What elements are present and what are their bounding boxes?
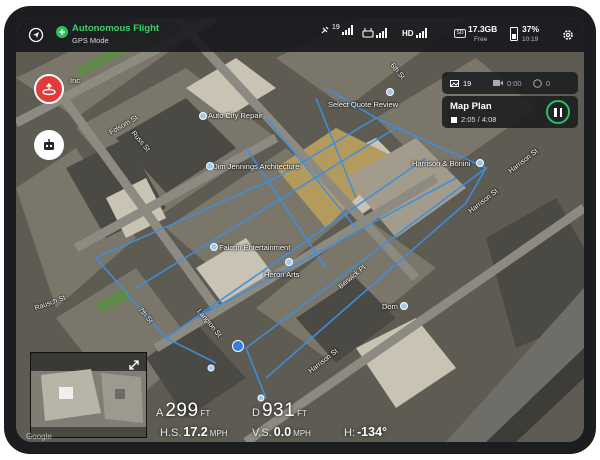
vs-value: 0.0 bbox=[273, 425, 292, 439]
map-label-harrison-bonini: Harrison & Bonini bbox=[412, 159, 471, 168]
plan-title: Map Plan bbox=[450, 101, 492, 112]
storage-free-value: 17.3GB bbox=[468, 24, 498, 34]
controller-mode-button[interactable] bbox=[34, 130, 64, 160]
heading-readout: H: -134° bbox=[344, 425, 387, 439]
altitude-value: 299 bbox=[165, 400, 199, 421]
poi-marker-icon[interactable] bbox=[199, 112, 207, 120]
battery-icon bbox=[510, 27, 518, 41]
video-signal: HD bbox=[402, 28, 428, 38]
map-label-heron-arts: Heron Arts bbox=[264, 270, 300, 279]
controller-signal bbox=[362, 28, 388, 38]
map-attribution: Google bbox=[26, 432, 52, 441]
pause-icon bbox=[554, 107, 557, 117]
other-count: 0 bbox=[546, 78, 551, 88]
poi-marker-icon[interactable] bbox=[285, 258, 293, 266]
hd-label: HD bbox=[402, 28, 414, 38]
battery-time: 10:19 bbox=[522, 36, 539, 43]
storage-free-label: Free bbox=[474, 36, 488, 43]
gps-mode-label: GPS Mode bbox=[72, 36, 109, 45]
heading-value: -134° bbox=[357, 425, 388, 439]
distance-unit: FT bbox=[297, 409, 307, 418]
drone-position-icon bbox=[232, 340, 244, 352]
timer-icon bbox=[451, 117, 457, 123]
tablet-frame: Auto City Repair Select Quote Review Jim… bbox=[4, 6, 596, 454]
map-plan-panel[interactable]: Map Plan 2:05 / 4:08 bbox=[442, 96, 578, 128]
poi-marker-icon[interactable] bbox=[400, 302, 408, 310]
poi-marker-icon[interactable] bbox=[210, 243, 218, 251]
app-screen: Auto City Repair Select Quote Review Jim… bbox=[16, 18, 584, 442]
mission-counters: 19 0:00 0 bbox=[442, 72, 578, 94]
counter-icon bbox=[533, 78, 542, 88]
heading-label: H: bbox=[344, 427, 355, 439]
photo-icon bbox=[450, 79, 459, 87]
telemetry-panel: A 299 FT D 931 FT H.S. 17.2 MPH V.S. 0.0… bbox=[156, 400, 456, 442]
satellite-signal: 19 bbox=[320, 23, 354, 35]
robot-icon bbox=[44, 139, 54, 150]
camera-preview[interactable] bbox=[30, 352, 147, 438]
vs-unit: MPH bbox=[293, 429, 311, 438]
vertical-speed-readout: V.S. 0.0 MPH bbox=[252, 425, 311, 439]
signal-bars-icon bbox=[415, 28, 427, 38]
hs-label: H.S. bbox=[160, 427, 182, 439]
hs-unit: MPH bbox=[209, 429, 228, 438]
back-icon[interactable] bbox=[26, 25, 46, 45]
remote-controller-icon bbox=[362, 28, 374, 38]
poi-marker-icon[interactable] bbox=[386, 88, 394, 96]
signal-bars-icon bbox=[376, 28, 387, 38]
expand-icon[interactable] bbox=[128, 358, 140, 370]
drone-takeoff-icon bbox=[42, 82, 56, 96]
map-label-select-quote-review: Select Quote Review bbox=[328, 100, 399, 109]
satellite-count: 19 bbox=[332, 23, 340, 31]
poi-marker-icon[interactable] bbox=[206, 162, 214, 170]
distance-readout: D 931 FT bbox=[252, 400, 307, 422]
map-label-dom: Dom bbox=[382, 302, 398, 311]
hs-value: 17.2 bbox=[183, 425, 208, 439]
poi-marker-icon[interactable] bbox=[476, 159, 484, 167]
vs-label: V.S. bbox=[252, 427, 272, 439]
plan-elapsed-time: 2:05 / 4:08 bbox=[461, 115, 497, 124]
horizontal-speed-readout: H.S. 17.2 MPH bbox=[160, 425, 228, 439]
settings-gear-icon[interactable] bbox=[558, 25, 578, 45]
altitude-readout: A 299 FT bbox=[156, 400, 210, 422]
map-label-inc: Inc bbox=[70, 76, 81, 85]
altitude-unit: FT bbox=[200, 409, 211, 418]
map-label-falcon: Falcon Entertainment bbox=[219, 243, 291, 252]
altitude-label: A bbox=[156, 407, 164, 419]
video-icon bbox=[493, 80, 503, 86]
sd-card-icon: SD bbox=[454, 29, 466, 38]
flight-mode-title: Autonomous Flight bbox=[72, 23, 160, 34]
photo-count: 19 bbox=[463, 78, 472, 88]
map-label-auto-city-repair: Auto City Repair bbox=[208, 111, 263, 120]
video-time: 0:00 bbox=[507, 78, 522, 88]
battery-percent: 37% bbox=[522, 24, 540, 34]
map-label-jim-jennings: Jim Jennings Architecture bbox=[214, 162, 300, 171]
status-bar: Autonomous Flight GPS Mode 19 HD SD 17.3… bbox=[16, 18, 584, 52]
record-button[interactable] bbox=[34, 74, 64, 104]
pause-mission-button[interactable] bbox=[546, 100, 570, 124]
flight-status-icon bbox=[56, 26, 68, 38]
satellite-icon bbox=[321, 26, 329, 34]
distance-label: D bbox=[252, 407, 260, 419]
distance-value: 931 bbox=[261, 400, 296, 421]
signal-bars-icon bbox=[341, 25, 353, 35]
